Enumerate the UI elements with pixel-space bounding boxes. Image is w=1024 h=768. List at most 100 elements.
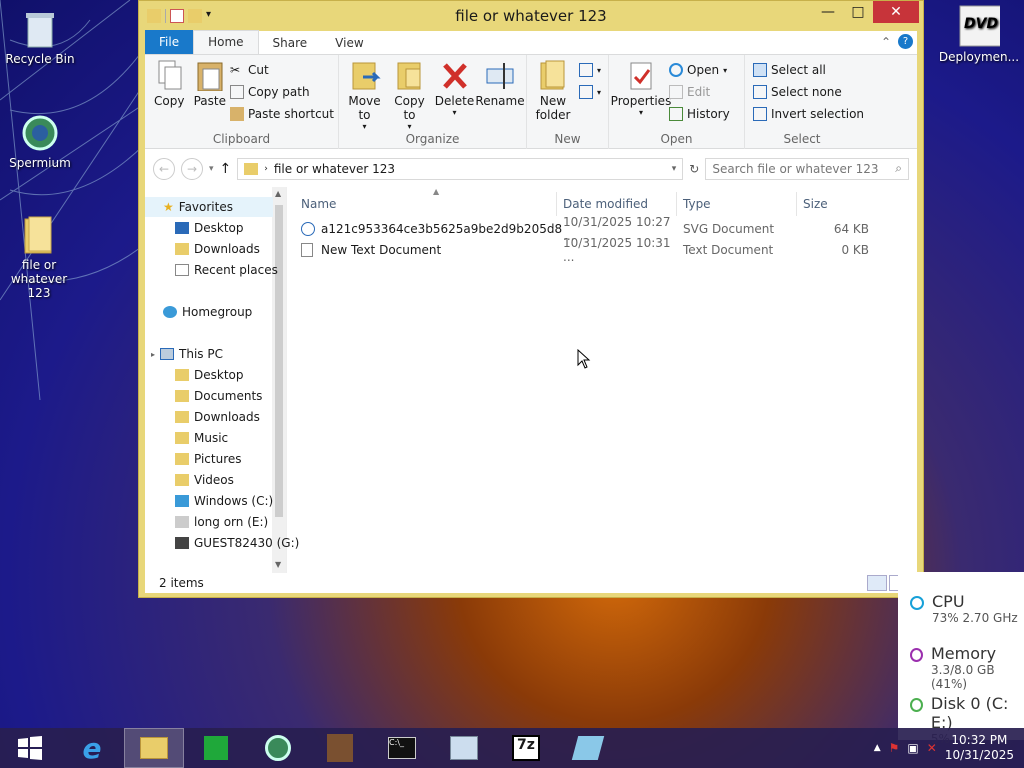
copy-path-button[interactable]: Copy path xyxy=(230,83,334,101)
dvd-icon: DVD xyxy=(958,5,1000,48)
content-area: ▲ ▼ ★ Favorites Desktop Downloads Recent … xyxy=(145,187,917,573)
nav-pc-drive-c[interactable]: Windows (C:) xyxy=(175,494,273,508)
start-button[interactable] xyxy=(0,728,60,768)
easy-access-icon xyxy=(579,85,593,99)
chevron-down-icon[interactable]: ▾ xyxy=(206,9,220,23)
column-header-name[interactable]: Name xyxy=(295,192,557,216)
cpu-indicator-icon xyxy=(910,596,924,610)
invert-selection-button[interactable]: Invert selection xyxy=(753,105,864,123)
paste-shortcut-button[interactable]: Paste shortcut xyxy=(230,105,334,123)
properties-icon[interactable] xyxy=(170,9,184,23)
nav-pc-drive-g[interactable]: GUEST82430 (G:) xyxy=(175,536,299,550)
notepad-icon xyxy=(571,736,605,760)
file-list[interactable]: ▲ Name Date modified Type Size a121c9533… xyxy=(287,187,917,573)
memory-indicator-icon xyxy=(910,648,923,662)
details-view-icon[interactable] xyxy=(867,575,887,591)
new-folder-icon[interactable] xyxy=(188,9,202,23)
tab-file[interactable]: File xyxy=(145,30,194,54)
desktop-icon-recycle-bin[interactable]: Recycle Bin xyxy=(0,8,80,66)
desktop-icon xyxy=(175,222,189,234)
taskbar-app-photo[interactable] xyxy=(310,728,370,768)
nav-fav-recent[interactable]: Recent places xyxy=(175,263,278,277)
perf-cpu[interactable]: CPU 73% 2.70 GHz xyxy=(910,592,1018,625)
taskbar-task-manager[interactable] xyxy=(434,728,494,768)
copy-to-icon xyxy=(397,62,420,90)
taskbar-cmd[interactable]: C:\_ xyxy=(372,728,432,768)
navigation-pane[interactable]: ▲ ▼ ★ Favorites Desktop Downloads Recent … xyxy=(145,187,299,573)
internet-explorer-icon: e xyxy=(82,731,102,765)
recent-locations-chevron-icon[interactable]: ▾ xyxy=(209,164,214,174)
forward-button[interactable]: → xyxy=(181,157,203,180)
nav-this-pc[interactable]: ▸ This PC xyxy=(151,347,223,361)
scroll-down-icon[interactable]: ▼ xyxy=(275,560,281,569)
new-item-button[interactable]: ▾ xyxy=(579,61,601,79)
folder-icon[interactable] xyxy=(147,9,161,23)
address-dropdown-icon[interactable]: ▾ xyxy=(672,164,677,174)
cut-button[interactable]: ✂ Cut xyxy=(230,61,334,79)
store-icon xyxy=(204,736,228,760)
up-arrow-icon[interactable]: ↑ xyxy=(220,161,232,177)
desktop-icon-folder[interactable]: file or whatever 123 xyxy=(0,214,78,300)
taskbar-store[interactable] xyxy=(186,728,246,768)
nav-fav-desktop[interactable]: Desktop xyxy=(175,221,244,235)
select-none-button[interactable]: Select none xyxy=(753,83,864,101)
tab-view[interactable]: View xyxy=(321,32,377,54)
minimize-button[interactable]: — xyxy=(813,1,843,23)
action-center-flag-icon[interactable]: ⚑ xyxy=(889,741,900,755)
network-icon[interactable]: ▣ xyxy=(907,741,918,755)
nav-fav-downloads[interactable]: Downloads xyxy=(175,242,260,256)
collapse-ribbon-icon[interactable]: ⌃ xyxy=(881,35,891,49)
desktop-icon-spermium[interactable]: Spermium xyxy=(0,112,80,170)
close-button[interactable]: ✕ xyxy=(873,1,919,23)
taskbar-notepad[interactable] xyxy=(558,728,618,768)
search-input[interactable]: Search file or whatever 123 ⌕ xyxy=(705,157,909,180)
perf-memory[interactable]: Memory 3.3/8.0 GB (41%) xyxy=(910,644,1024,691)
taskbar-ie[interactable]: e xyxy=(62,728,122,768)
taskbar: e C:\_ 7z ▲ ⚑ ▣ ✕ 10:32 PM 10/31/2025 xyxy=(0,728,1024,768)
search-icon: ⌕ xyxy=(895,161,902,175)
breadcrumb[interactable]: file or whatever 123 xyxy=(274,162,395,176)
nav-homegroup[interactable]: Homegroup xyxy=(163,305,252,319)
scroll-up-icon[interactable]: ▲ xyxy=(275,189,281,198)
nav-favorites[interactable]: ★ Favorites xyxy=(145,197,273,217)
nav-pc-music[interactable]: Music xyxy=(175,431,228,445)
easy-access-button[interactable]: ▾ xyxy=(579,83,601,101)
desktop-icon-deployment[interactable]: DVD Deploymen... xyxy=(936,5,1022,64)
column-header-type[interactable]: Type xyxy=(677,192,797,216)
refresh-icon[interactable]: ↻ xyxy=(689,162,699,176)
performance-widget[interactable]: CPU 73% 2.70 GHz Memory 3.3/8.0 GB (41%) D… xyxy=(898,572,1024,746)
edit-button[interactable]: Edit xyxy=(669,83,730,101)
taskbar-spermium[interactable] xyxy=(248,728,308,768)
nav-pc-documents[interactable]: Documents xyxy=(175,389,262,403)
tab-share[interactable]: Share xyxy=(259,32,322,54)
group-label-organize: Organize xyxy=(405,132,460,146)
help-icon[interactable]: ? xyxy=(898,34,913,49)
nav-scrollbar[interactable]: ▲ ▼ xyxy=(272,187,286,573)
select-all-button[interactable]: Select all xyxy=(753,61,864,79)
back-button[interactable]: ← xyxy=(153,157,175,180)
table-row[interactable]: New Text Document 10/31/2025 10:31 ... T… xyxy=(301,236,869,264)
volume-muted-icon[interactable]: ✕ xyxy=(927,741,937,755)
clock[interactable]: 10:32 PM 10/31/2025 xyxy=(945,733,1014,763)
open-button[interactable]: Open ▾ xyxy=(669,61,730,79)
title-bar[interactable]: ▾ file or whatever 123 — □ ✕ xyxy=(139,1,923,31)
item-count: 2 items xyxy=(159,576,204,590)
maximize-button[interactable]: □ xyxy=(843,1,873,23)
column-header-date[interactable]: Date modified xyxy=(557,192,677,216)
taskbar-file-explorer[interactable] xyxy=(124,728,184,768)
tab-home[interactable]: Home xyxy=(193,30,259,54)
ribbon: Copy Paste ✂ Cut Copy path Paste shortcut… xyxy=(145,55,917,149)
explorer-window[interactable]: ▾ file or whatever 123 — □ ✕ File Home S… xyxy=(138,0,924,598)
nav-pc-desktop[interactable]: Desktop xyxy=(175,368,244,382)
history-button[interactable]: History xyxy=(669,105,730,123)
column-header-size[interactable]: Size xyxy=(797,192,877,216)
nav-pc-videos[interactable]: Videos xyxy=(175,473,234,487)
address-input[interactable]: › file or whatever 123 ▾ xyxy=(237,157,684,180)
show-hidden-icons-icon[interactable]: ▲ xyxy=(874,743,881,753)
nav-pc-drive-e[interactable]: long orn (E:) xyxy=(175,515,268,529)
scroll-thumb[interactable] xyxy=(275,205,283,517)
taskbar-7zip[interactable]: 7z xyxy=(496,728,556,768)
history-icon xyxy=(669,107,683,121)
nav-pc-pictures[interactable]: Pictures xyxy=(175,452,242,466)
nav-pc-downloads[interactable]: Downloads xyxy=(175,410,260,424)
